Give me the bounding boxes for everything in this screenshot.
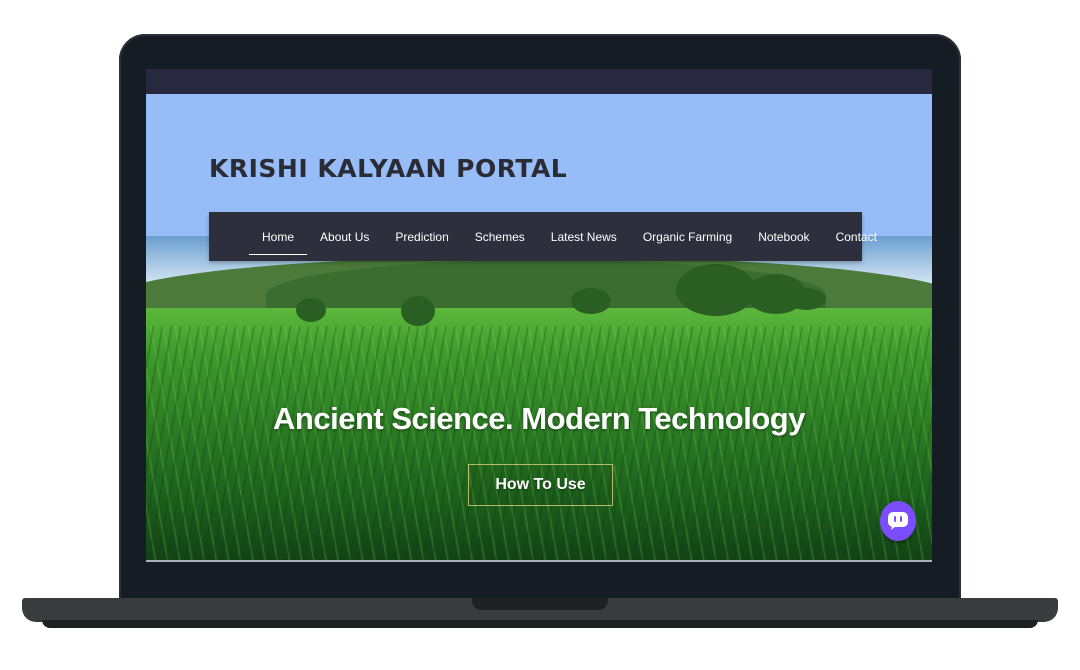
screen-bottom-edge (146, 560, 932, 562)
hero-heading: Ancient Science. Modern Technology (273, 401, 805, 436)
hero-tree (676, 264, 756, 316)
hero-tree (401, 296, 435, 326)
nav-item-home[interactable]: Home (249, 212, 308, 261)
nav-item-notebook[interactable]: Notebook (745, 212, 822, 261)
nav-item-organic-farming[interactable]: Organic Farming (630, 212, 745, 261)
hero-section (146, 236, 932, 560)
hero-tree (786, 288, 826, 310)
how-to-use-button[interactable]: How To Use (468, 464, 613, 506)
hero-grass (146, 326, 932, 560)
browser-screen: KRISHI KALYAAN PORTAL Ancient Science. M… (146, 69, 932, 562)
top-bar (146, 69, 932, 94)
nav-items: Home About Us Prediction Schemes Latest … (249, 212, 890, 261)
hero-tree (296, 298, 326, 322)
laptop-notch (472, 598, 608, 610)
nav-item-prediction[interactable]: Prediction (382, 212, 461, 261)
main-nav: Home About Us Prediction Schemes Latest … (209, 212, 877, 261)
nav-item-schemes[interactable]: Schemes (462, 212, 538, 261)
site-title[interactable]: KRISHI KALYAAN PORTAL (209, 154, 567, 183)
chat-bubble-icon (888, 512, 908, 530)
nav-item-contact[interactable]: Contact (823, 212, 890, 261)
nav-item-about-us[interactable]: About Us (307, 212, 382, 261)
hero-tree (571, 288, 611, 314)
nav-item-latest-news[interactable]: Latest News (538, 212, 630, 261)
chat-button[interactable] (880, 501, 916, 541)
laptop-base-shadow (42, 620, 1038, 628)
